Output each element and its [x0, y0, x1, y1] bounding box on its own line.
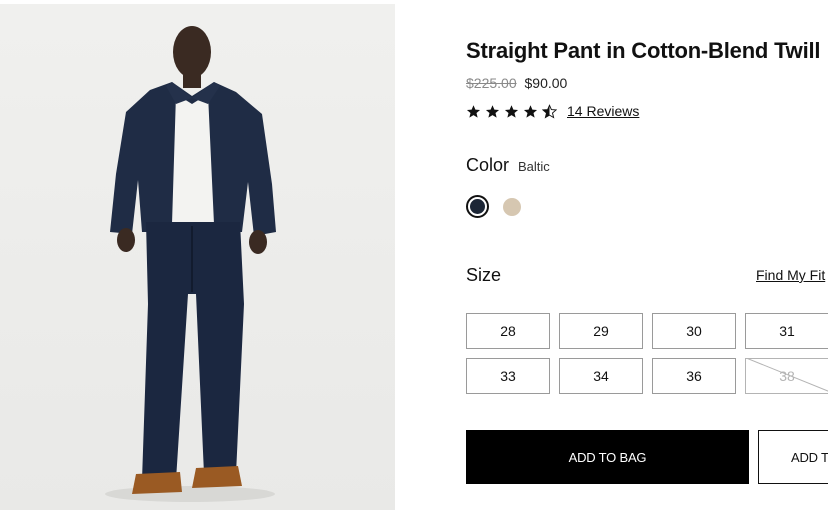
add-to-wishlist-button[interactable]: ADD TO	[758, 430, 828, 484]
sale-price: $90.00	[524, 75, 568, 91]
color-swatches	[466, 195, 521, 218]
size-option-34[interactable]: 34	[559, 358, 643, 394]
star-full-icon	[523, 104, 538, 118]
size-grid: 28 29 30 31 33 34 36 38	[466, 313, 828, 394]
product-title: Straight Pant in Cotton-Blend Twill	[466, 38, 821, 63]
rating-stars	[466, 103, 557, 119]
star-full-icon	[504, 104, 519, 118]
color-label: Color	[466, 155, 510, 175]
price-block: $225.00 $90.00	[466, 75, 567, 91]
size-option-29[interactable]: 29	[559, 313, 643, 349]
size-option-33[interactable]: 33	[466, 358, 550, 394]
size-option-28[interactable]: 28	[466, 313, 550, 349]
size-option-31[interactable]: 31	[745, 313, 828, 349]
model-illustration	[105, 26, 276, 502]
reviews-link[interactable]: 14 Reviews	[567, 103, 639, 119]
product-image[interactable]	[0, 4, 395, 510]
add-to-bag-button[interactable]: ADD TO BAG	[466, 430, 749, 484]
find-my-fit-link[interactable]: Find My Fit	[756, 267, 828, 283]
size-option-38-unavailable[interactable]: 38	[745, 358, 828, 394]
color-selector-header: Color Baltic	[466, 155, 550, 176]
star-full-icon	[485, 104, 500, 118]
size-label: Size	[466, 265, 502, 285]
rating-row: 14 Reviews	[466, 102, 639, 120]
star-full-icon	[466, 104, 481, 118]
selected-color-name: Baltic	[518, 159, 550, 174]
star-half-icon	[542, 103, 557, 119]
color-swatch-beige[interactable]	[503, 198, 521, 216]
size-option-36[interactable]: 36	[652, 358, 736, 394]
original-price: $225.00	[466, 75, 517, 91]
size-option-30[interactable]: 30	[652, 313, 736, 349]
color-swatch-baltic[interactable]	[466, 195, 489, 218]
